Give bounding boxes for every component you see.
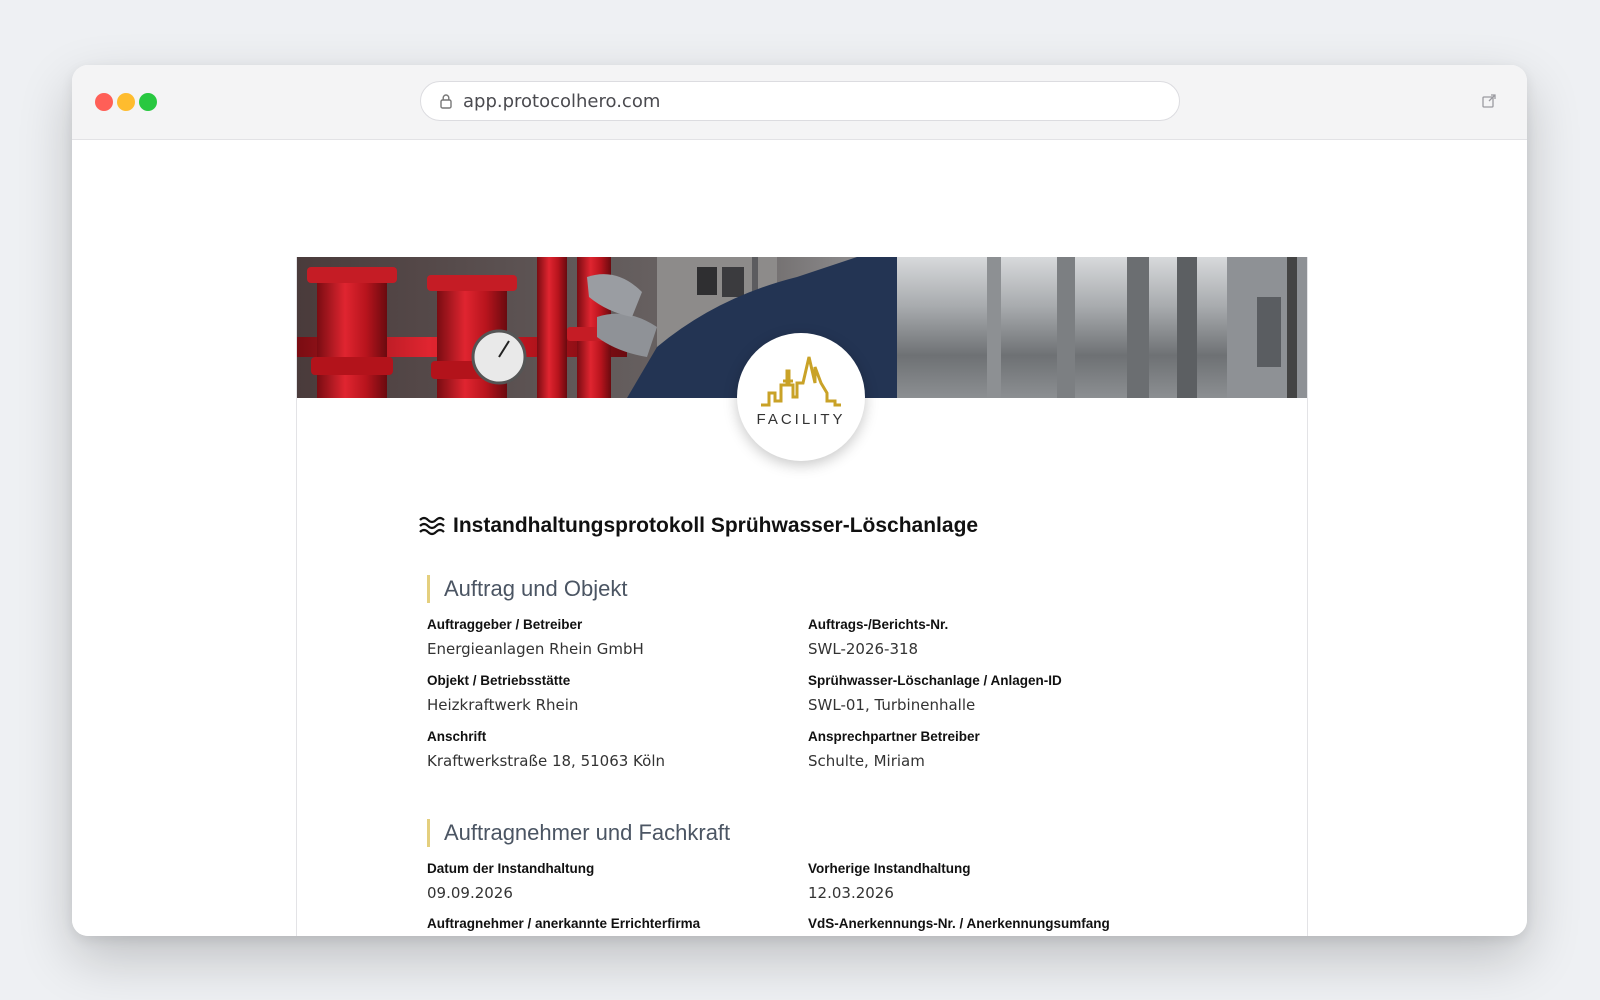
browser-titlebar: app.protocolhero.com: [72, 65, 1527, 140]
field-vorherige-instandhaltung: Vorherige Instandhaltung 12.03.2026: [808, 861, 1178, 902]
skyline-logo-icon: [761, 356, 841, 407]
field-label: Auftragnehmer / anerkannte Errichterfirm…: [427, 916, 701, 931]
section-auftrag-und-objekt: Auftrag und Objekt Auftraggeber / Betrei…: [427, 575, 1187, 777]
field-auftraggeber: Auftraggeber / Betreiber Energieanlagen …: [427, 617, 797, 658]
field-label: VdS-Anerkennungs-Nr. / Anerkennungsumfan…: [808, 916, 1110, 931]
field-label: Vorherige Instandhaltung: [808, 861, 971, 876]
url-text: app.protocolhero.com: [463, 90, 661, 112]
field-label: Datum der Instandhaltung: [427, 861, 595, 876]
field-label: Auftraggeber / Betreiber: [427, 617, 583, 632]
maximize-window-button[interactable]: [139, 93, 157, 111]
minimize-window-button[interactable]: [117, 93, 135, 111]
field-label: Ansprechpartner Betreiber: [808, 729, 980, 744]
protocol-document: FACILITY Instandhaltungsprotokoll Sprühw…: [296, 257, 1308, 936]
logo-text: FACILITY: [756, 411, 846, 428]
field-datum-instandhaltung: Datum der Instandhaltung 09.09.2026: [427, 861, 797, 902]
field-value: Energieanlagen Rhein GmbH: [427, 640, 644, 658]
field-anschrift: Anschrift Kraftwerkstraße 18, 51063 Köln: [427, 729, 797, 770]
water-spray-icon: [419, 516, 445, 536]
field-value: 12.03.2026: [808, 884, 894, 902]
facility-logo: FACILITY: [737, 333, 865, 461]
field-value: 09.09.2026: [427, 884, 513, 902]
lock-icon: [440, 94, 452, 109]
field-value: SWL-2026-318: [808, 640, 919, 658]
address-bar[interactable]: app.protocolhero.com: [420, 81, 1180, 121]
field-value: Heizkraftwerk Rhein: [427, 696, 579, 714]
field-ansprechpartner: Ansprechpartner Betreiber Schulte, Miria…: [808, 729, 1178, 770]
section-auftragnehmer-und-fachkraft: Auftragnehmer und Fachkraft Datum der In…: [427, 819, 1187, 936]
field-label: Objekt / Betriebsstätte: [427, 673, 571, 688]
page-content: FACILITY Instandhaltungsprotokoll Sprühw…: [72, 140, 1527, 936]
field-value: SWL-01, Turbinenhalle: [808, 696, 976, 714]
close-window-button[interactable]: [95, 93, 113, 111]
document-title-text: Instandhaltungsprotokoll Sprühwasser-Lös…: [453, 514, 979, 537]
field-value: Schulte, Miriam: [808, 752, 925, 770]
field-anlagen-id: Sprühwasser-Löschanlage / Anlagen-ID SWL…: [808, 673, 1178, 714]
field-auftragnehmer: Auftragnehmer / anerkannte Errichterfirm…: [427, 916, 797, 931]
section-title: Auftragnehmer und Fachkraft: [427, 819, 1187, 847]
external-link-icon[interactable]: [1481, 93, 1497, 109]
field-value: Kraftwerkstraße 18, 51063 Köln: [427, 752, 665, 770]
field-label: Sprühwasser-Löschanlage / Anlagen-ID: [808, 673, 1062, 688]
field-objekt: Objekt / Betriebsstätte Heizkraftwerk Rh…: [427, 673, 797, 714]
field-auftrags-nr: Auftrags-/Berichts-Nr. SWL-2026-318: [808, 617, 1178, 658]
field-label: Auftrags-/Berichts-Nr.: [808, 617, 949, 632]
document-title: Instandhaltungsprotokoll Sprühwasser-Lös…: [419, 514, 978, 538]
field-label: Anschrift: [427, 729, 487, 744]
browser-window: app.protocolhero.com FACILITY Instandhal…: [72, 65, 1527, 936]
field-vds-anerkennung: VdS-Anerkennungs-Nr. / Anerkennungsumfan…: [808, 916, 1178, 931]
section-title: Auftrag und Objekt: [427, 575, 1187, 603]
